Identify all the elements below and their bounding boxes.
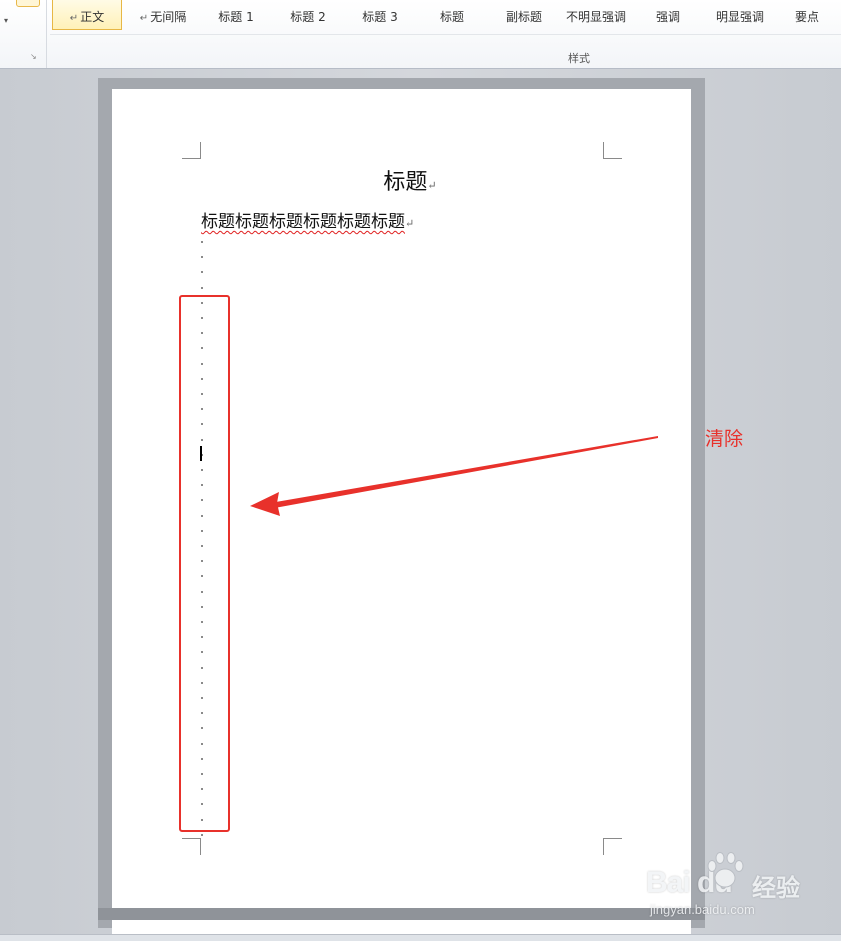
style-item[interactable]: 标题 xyxy=(416,0,488,30)
style-item[interactable]: 标题 3 xyxy=(344,0,416,30)
crop-mark-top-right xyxy=(603,142,622,159)
empty-paragraph-mark xyxy=(201,286,203,289)
styles-group-label: 样式 xyxy=(568,52,590,65)
style-item[interactable]: 不明显强调 xyxy=(560,0,632,30)
style-item[interactable]: ↵ 无间隔 xyxy=(128,0,198,30)
style-item[interactable]: 标题 1 xyxy=(200,0,272,30)
title-text: 标题 xyxy=(383,170,428,195)
style-item-label: 正文 xyxy=(80,10,105,24)
style-item-label: 无间隔 xyxy=(150,10,187,24)
ribbon-left-panel: ▾ ↘ xyxy=(0,0,47,68)
style-item-label: 标题 2 xyxy=(290,10,326,24)
empty-paragraph-mark xyxy=(201,833,203,836)
style-item[interactable]: 标题 2 xyxy=(272,0,344,30)
style-item[interactable]: 要点 xyxy=(776,0,838,30)
highlight-box xyxy=(179,295,230,832)
document-title[interactable]: 标题↵ xyxy=(300,164,520,196)
style-item-label: 标题 3 xyxy=(362,10,398,24)
empty-paragraph-mark xyxy=(201,256,203,259)
watermark-brand-text: 经验 xyxy=(752,874,800,902)
dropdown-arrow-icon[interactable]: ▾ xyxy=(4,16,8,25)
paragraph-mark-icon: ↵ xyxy=(69,13,79,24)
paragraph-mark-icon: ↵ xyxy=(139,13,149,24)
style-item[interactable]: 明显强调 xyxy=(704,0,776,30)
watermark-url: jingyan.baidu.com xyxy=(650,902,755,917)
baidu-jingyan-watermark: Bai du 经验 jingyan.baidu.com xyxy=(646,848,836,924)
style-item-label: 副标题 xyxy=(505,10,542,24)
crop-mark-bottom-right xyxy=(603,838,622,855)
document-body-line[interactable]: 标题标题标题标题标题标题↵ xyxy=(201,207,414,232)
style-item-label: 要点 xyxy=(794,10,819,24)
style-item-label: 不明显强调 xyxy=(565,10,626,24)
body-text: 标题标题标题标题标题标题 xyxy=(201,212,405,232)
style-item[interactable]: 强调 xyxy=(632,0,704,30)
page-gap xyxy=(98,908,705,920)
style-item[interactable]: ↵ 正文 xyxy=(52,0,122,30)
crop-mark-bottom-left xyxy=(182,838,201,855)
ribbon: ▾ ↘ ↵ 正文 ↵ 无间隔 标题 1 标题 2 标题 3 标题 副标题 不明显强调 强调 明显强调要… xyxy=(0,0,841,69)
style-item[interactable]: 副标题 xyxy=(488,0,560,30)
style-item-label: 明显强调 xyxy=(715,10,764,24)
paw-icon xyxy=(707,852,744,888)
style-item-label: 强调 xyxy=(655,10,680,24)
quick-style-button[interactable] xyxy=(16,0,40,7)
empty-paragraph-mark xyxy=(201,241,203,243)
crop-mark-top-left xyxy=(182,142,201,159)
dialog-launcher-icon[interactable]: ↘ xyxy=(30,52,37,61)
empty-paragraph-mark xyxy=(201,271,203,274)
paragraph-mark-icon: ↵ xyxy=(427,179,437,192)
style-item-label: 标题 xyxy=(439,10,464,24)
paragraph-mark-icon: ↵ xyxy=(405,217,415,230)
styles-gallery: ↵ 正文 ↵ 无间隔 标题 1 标题 2 标题 3 标题 副标题 不明显强调 强调 明显强调 要点 xyxy=(50,0,841,35)
annotation-label: 清除 xyxy=(705,428,744,450)
style-item-label: 标题 1 xyxy=(218,10,254,24)
